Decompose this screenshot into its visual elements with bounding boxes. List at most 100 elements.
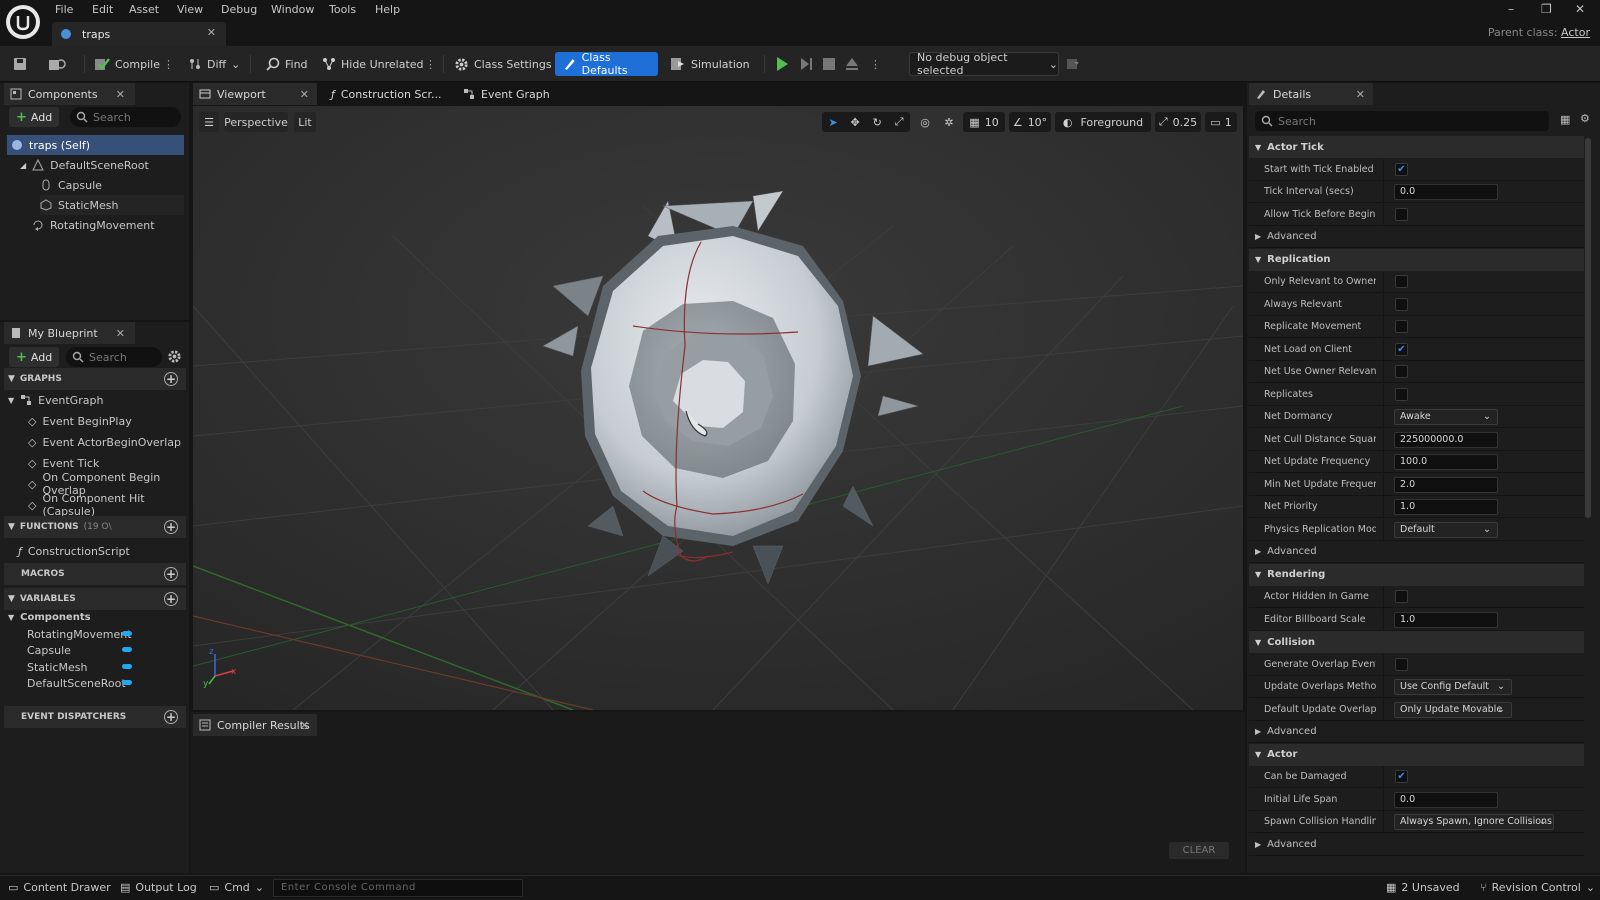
property-checkbox[interactable] <box>1395 387 1408 401</box>
variable-row[interactable]: DefaultSceneRoot <box>27 673 126 693</box>
property-select[interactable]: Use Config Default ⌄ <box>1394 679 1512 695</box>
clear-button[interactable]: CLEAR <box>1169 842 1229 859</box>
column-divider[interactable] <box>1383 406 1384 428</box>
find-button[interactable]: Find <box>266 54 308 74</box>
stop-icon[interactable] <box>822 54 836 74</box>
property-input[interactable]: 100.0 <box>1394 454 1498 470</box>
column-divider[interactable] <box>1383 473 1384 496</box>
macros-section-header[interactable]: MACROS + <box>4 563 186 585</box>
close-icon[interactable]: ✕ <box>300 88 309 101</box>
component-row-capsule[interactable]: Capsule <box>40 175 102 195</box>
property-select[interactable]: Always Spawn, Ignore Collisions ⌄ <box>1394 814 1554 830</box>
column-divider[interactable] <box>1383 788 1384 811</box>
column-divider[interactable] <box>1383 676 1384 698</box>
property-checkbox[interactable]: ✔ <box>1395 342 1408 356</box>
property-select[interactable]: Awake ⌄ <box>1394 409 1498 425</box>
event-row[interactable]: ◇ Event ActorBeginOverlap <box>28 432 181 452</box>
property-input[interactable]: 1.0 <box>1394 611 1498 628</box>
column-divider[interactable] <box>1383 451 1384 473</box>
diff-button[interactable]: Diff ⌄ <box>188 54 240 74</box>
components-search-input[interactable]: Search <box>70 107 181 127</box>
function-row[interactable]: ƒ ConstructionScript <box>18 541 130 561</box>
minimize-icon[interactable]: – <box>1508 2 1514 16</box>
column-divider[interactable] <box>1383 586 1384 608</box>
details-search-input[interactable]: Search <box>1255 111 1549 131</box>
close-icon[interactable]: ✕ <box>116 88 125 101</box>
component-row-defaultsceneroot[interactable]: ◢ DefaultSceneRoot <box>20 155 149 175</box>
column-divider[interactable] <box>1383 653 1384 676</box>
property-select[interactable]: Only Update Movable ⌄ <box>1394 701 1512 718</box>
browse-icon[interactable] <box>48 54 66 74</box>
column-divider[interactable] <box>1383 383 1384 406</box>
hide-unrelated-button[interactable]: Hide Unrelated <box>322 54 424 74</box>
cmd-select[interactable]: ▭ Cmd ⌄ <box>209 881 264 894</box>
restore-icon[interactable]: ❐ <box>1541 2 1552 16</box>
menu-debug[interactable]: Debug <box>221 3 257 16</box>
content-drawer-button[interactable]: ▭ Content Drawer <box>8 881 111 894</box>
property-input[interactable]: 0.0 <box>1394 791 1498 808</box>
add-graph-icon[interactable]: + <box>164 372 178 386</box>
property-checkbox[interactable] <box>1395 365 1408 378</box>
property-checkbox[interactable] <box>1395 320 1408 333</box>
property-checkbox[interactable]: ✔ <box>1395 162 1408 176</box>
viewport-menu-icon[interactable]: ☰ <box>199 112 219 132</box>
tab-viewport[interactable]: Viewport ✕ <box>193 83 317 105</box>
details-section-header[interactable]: ▼ Rendering <box>1249 563 1584 586</box>
menu-asset[interactable]: Asset <box>129 3 159 16</box>
save-icon[interactable] <box>12 54 28 74</box>
viewport[interactable]: x y z ☰ Perspective Lit ➤ ✥ ↻ ⤢ ◎ ✲ ▦ 10 … <box>193 106 1243 710</box>
compile-options-icon[interactable]: ⋮ <box>163 54 174 74</box>
event-graph-row[interactable]: ▼ EventGraph <box>8 390 103 410</box>
tab-construction-script[interactable]: ƒ Construction Scr... <box>325 83 445 105</box>
property-select[interactable]: Default ⌄ <box>1394 521 1498 538</box>
property-checkbox[interactable] <box>1395 297 1408 311</box>
add-member-button[interactable]: + Add <box>9 347 60 367</box>
parent-class-link[interactable]: Actor <box>1561 26 1590 39</box>
property-checkbox[interactable] <box>1395 275 1408 288</box>
unreal-logo-icon[interactable] <box>6 5 40 39</box>
details-section-header[interactable]: ▼ Replication <box>1249 248 1584 271</box>
graphs-section-header[interactable]: ▼ GRAPHS + <box>4 368 186 390</box>
column-divider[interactable] <box>1383 496 1384 518</box>
advanced-toggle[interactable]: ▶ Advanced <box>1249 541 1584 563</box>
simulation-button[interactable]: Simulation <box>670 54 750 74</box>
surface-snap-icon[interactable]: ✲ <box>939 112 959 132</box>
world-local-icon[interactable]: ◎ <box>915 112 935 132</box>
more-options-icon[interactable]: ⋮ <box>425 54 436 74</box>
foreground-button[interactable]: ◐ Foreground <box>1055 112 1151 132</box>
add-macro-icon[interactable]: + <box>164 567 178 581</box>
tab-my-blueprint[interactable]: My Blueprint ✕ <box>4 322 135 344</box>
add-dispatcher-icon[interactable]: + <box>164 710 178 724</box>
component-row-staticmesh[interactable]: StaticMesh <box>40 195 184 215</box>
menu-view[interactable]: View <box>177 3 203 16</box>
property-checkbox[interactable] <box>1395 657 1408 671</box>
settings-gear-icon[interactable] <box>167 349 182 364</box>
output-log-button[interactable]: ▤ Output Log <box>120 881 197 894</box>
add-component-button[interactable]: + Add <box>9 107 60 127</box>
add-variable-icon[interactable]: + <box>164 592 178 606</box>
event-dispatchers-section-header[interactable]: EVENT DISPATCHERS + <box>4 706 186 728</box>
menu-file[interactable]: File <box>55 3 73 16</box>
property-matrix-icon[interactable]: ▦ <box>1560 113 1570 126</box>
scale-snap-button[interactable]: ⤢ 0.25 <box>1155 112 1201 132</box>
property-checkbox[interactable]: ✔ <box>1395 770 1408 783</box>
tab-event-graph[interactable]: Event Graph <box>457 83 567 105</box>
document-tab[interactable]: traps ✕ <box>52 22 226 46</box>
collapse-icon[interactable]: ◢ <box>20 161 26 170</box>
event-row[interactable]: ◇ On Component Begin Overlap <box>28 471 189 497</box>
column-divider[interactable] <box>1383 271 1384 293</box>
property-input[interactable]: 225000000.0 <box>1394 431 1498 448</box>
column-divider[interactable] <box>1383 316 1384 338</box>
scale-tool-icon[interactable]: ⤢ <box>895 115 904 129</box>
event-row[interactable]: ◇ On Component Hit (Capsule) <box>28 492 189 518</box>
property-input[interactable]: 0.0 <box>1394 184 1498 200</box>
advanced-toggle[interactable]: ▶ Advanced <box>1249 226 1584 248</box>
close-window-icon[interactable]: ✕ <box>1575 2 1585 16</box>
column-divider[interactable] <box>1383 361 1384 383</box>
advanced-toggle[interactable]: ▶ Advanced <box>1249 834 1584 856</box>
column-divider[interactable] <box>1383 203 1384 226</box>
compile-button[interactable]: Compile <box>94 54 160 74</box>
grid-snap-button[interactable]: ▦ 10 <box>963 112 1005 132</box>
menu-help[interactable]: Help <box>375 3 400 16</box>
component-row-rotatingmovement[interactable]: RotatingMovement <box>32 215 155 235</box>
